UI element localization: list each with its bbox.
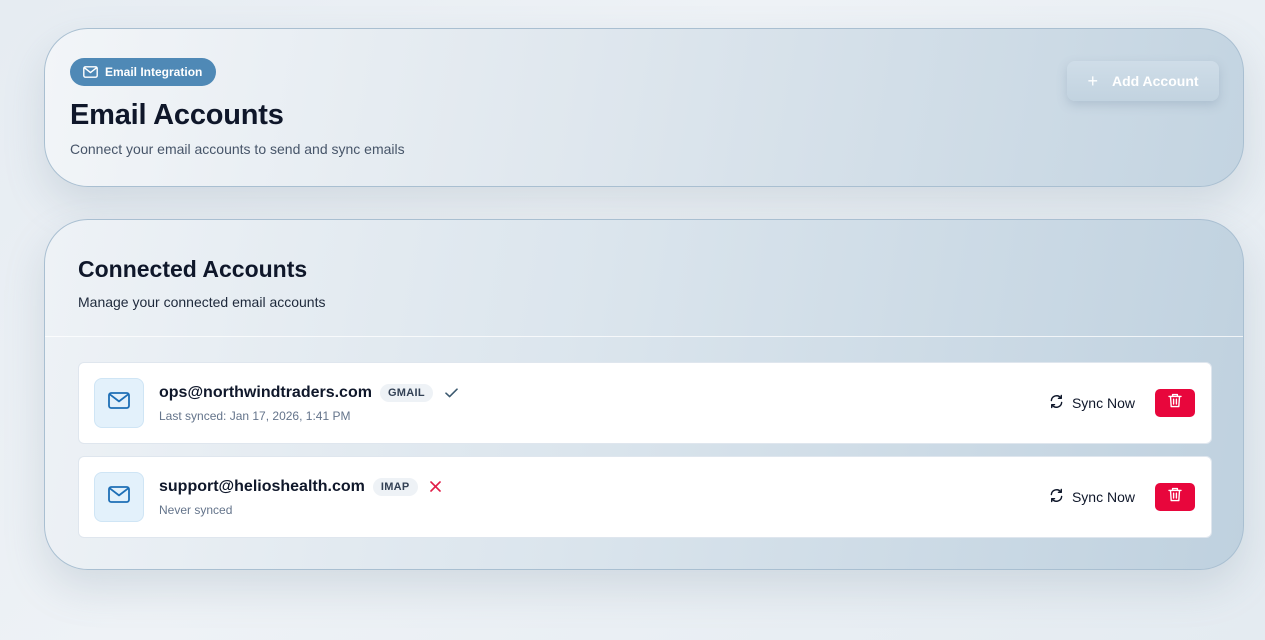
delete-account-button[interactable] [1155, 483, 1195, 511]
sync-now-button[interactable]: Sync Now [1049, 391, 1135, 415]
connected-accounts-card: Connected Accounts Manage your connected… [44, 219, 1244, 570]
badge-label: Email Integration [105, 65, 203, 79]
x-icon [429, 479, 441, 496]
add-account-label: Add Account [1111, 73, 1199, 89]
sync-now-button[interactable]: Sync Now [1049, 485, 1135, 509]
section-title: Connected Accounts [78, 256, 308, 282]
trash-icon [1168, 487, 1182, 507]
mail-icon [83, 66, 98, 78]
page-subtitle: Connect your email accounts to send and … [70, 141, 405, 157]
plus-icon: + [1087, 71, 1098, 91]
last-synced-text: Last synced: Jan 17, 2026, 1:41 PM [159, 409, 351, 423]
trash-icon [1168, 393, 1182, 413]
account-mail-icon-box [94, 472, 144, 522]
account-email: support@helioshealth.com IMAP [159, 478, 441, 496]
refresh-icon [1049, 488, 1064, 506]
check-icon [445, 385, 458, 402]
account-row: ops@northwindtraders.com GMAIL Last sync… [78, 362, 1212, 444]
section-subtitle: Manage your connected email accounts [78, 294, 326, 310]
divider [45, 336, 1243, 337]
account-row: support@helioshealth.com IMAP Never sync… [78, 456, 1212, 538]
mail-icon [108, 392, 130, 414]
last-synced-text: Never synced [159, 503, 233, 517]
delete-account-button[interactable] [1155, 389, 1195, 417]
refresh-icon [1049, 394, 1064, 412]
mail-icon [108, 486, 130, 508]
header-card: Email Integration Email Accounts Connect… [44, 28, 1244, 187]
account-type-badge: IMAP [372, 478, 418, 496]
account-type-badge: GMAIL [379, 384, 433, 402]
email-integration-badge: Email Integration [70, 58, 217, 86]
sync-now-label: Sync Now [1071, 395, 1135, 411]
account-mail-icon-box [94, 378, 144, 428]
add-account-button[interactable]: + Add Account [1067, 61, 1219, 101]
page-title: Email Accounts [70, 99, 284, 131]
account-email-text: ops@northwindtraders.com [159, 384, 372, 401]
account-email: ops@northwindtraders.com GMAIL [159, 384, 458, 402]
sync-now-label: Sync Now [1071, 489, 1135, 505]
account-email-text: support@helioshealth.com [159, 478, 365, 495]
